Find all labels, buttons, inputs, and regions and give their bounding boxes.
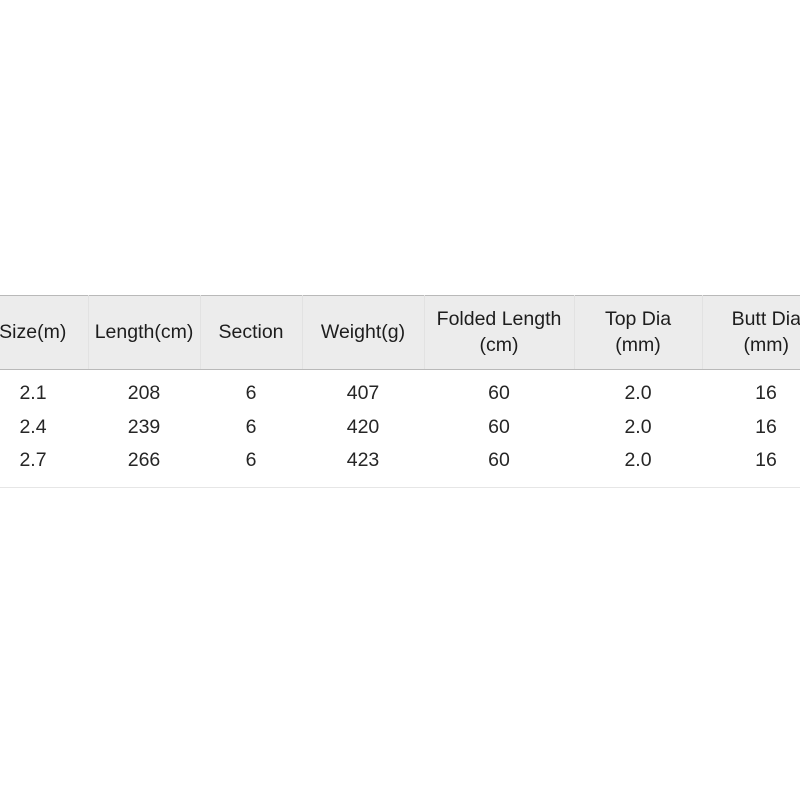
spec-table-header-row: Size(m) Length(cm) Section Weight(g) Fol…: [0, 295, 800, 370]
cell-size: 2.1: [0, 369, 88, 411]
column-header-folded-length-line2: (cm): [479, 333, 519, 356]
column-header-section: Section: [200, 295, 303, 370]
cell-section: 6: [200, 444, 302, 488]
column-header-length: Length(cm): [88, 295, 201, 370]
cell-top-dia: 2.0: [574, 444, 702, 488]
spec-table-viewport: Size(m) Length(cm) Section Weight(g) Fol…: [0, 295, 800, 497]
cell-top-dia: 2.0: [574, 369, 702, 411]
column-header-folded-length-line1: Folded Length: [436, 307, 562, 330]
cell-folded-length: 60: [424, 410, 574, 444]
cell-length: 239: [88, 410, 200, 444]
cell-weight: 407: [302, 369, 424, 411]
spec-table-body: 2.1 208 6 407 60 2.0 16 2.4 239 6 420 60…: [0, 369, 800, 488]
column-header-weight: Weight(g): [302, 295, 425, 370]
column-header-length-line1: Length(cm): [94, 320, 194, 343]
table-row: 2.1 208 6 407 60 2.0 16: [0, 369, 800, 411]
cell-length: 208: [88, 369, 200, 411]
cell-section: 6: [200, 410, 302, 444]
column-header-folded-length: Folded Length (cm): [424, 295, 575, 370]
cell-top-dia: 2.0: [574, 410, 702, 444]
column-header-size: Size(m): [0, 295, 89, 370]
cell-butt-dia: 16: [702, 410, 800, 444]
cell-size: 2.7: [0, 444, 88, 488]
column-header-weight-line1: Weight(g): [320, 320, 406, 343]
table-row: 2.4 239 6 420 60 2.0 16: [0, 410, 800, 444]
cell-section: 6: [200, 369, 302, 411]
product-specification-table: Size(m) Length(cm) Section Weight(g) Fol…: [0, 295, 800, 488]
column-header-top-dia-line1: Top Dia: [604, 307, 672, 330]
cell-weight: 420: [302, 410, 424, 444]
column-header-butt-dia-line1: Butt Dia: [731, 307, 800, 330]
cell-butt-dia: 16: [702, 369, 800, 411]
cell-weight: 423: [302, 444, 424, 488]
column-header-section-line1: Section: [218, 320, 284, 343]
table-row: 2.7 266 6 423 60 2.0 16: [0, 444, 800, 488]
column-header-top-dia: Top Dia (mm): [574, 295, 703, 370]
cell-length: 266: [88, 444, 200, 488]
column-header-butt-dia: Butt Dia (mm): [702, 295, 800, 370]
column-header-top-dia-line2: (mm): [615, 333, 661, 356]
cell-butt-dia: 16: [702, 444, 800, 488]
column-header-butt-dia-line2: (mm): [743, 333, 789, 356]
column-header-size-line1: Size(m): [0, 320, 67, 343]
cell-folded-length: 60: [424, 369, 574, 411]
cell-size: 2.4: [0, 410, 88, 444]
cell-folded-length: 60: [424, 444, 574, 488]
spec-table-header: Size(m) Length(cm) Section Weight(g) Fol…: [0, 295, 800, 370]
